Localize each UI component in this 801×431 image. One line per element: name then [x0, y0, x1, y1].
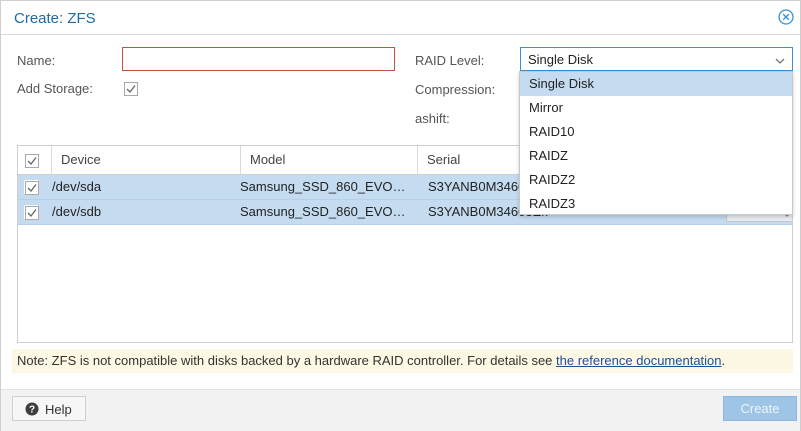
row-checkbox[interactable] — [24, 180, 39, 195]
name-input[interactable] — [122, 47, 395, 71]
add-storage-checkbox[interactable] — [123, 81, 138, 96]
raid-option-mirror[interactable]: Mirror — [520, 96, 792, 120]
compression-label: Compression: — [415, 82, 496, 97]
row-model: Samsung_SSD_860_EVO… — [240, 204, 406, 219]
raid-level-label: RAID Level: — [415, 53, 485, 68]
svg-text:?: ? — [29, 405, 35, 416]
raid-level-select[interactable]: Single Disk — [520, 47, 793, 71]
column-header-device[interactable]: Device — [52, 146, 241, 175]
help-button[interactable]: ? Help — [12, 396, 86, 421]
raid-level-value: Single Disk — [528, 52, 594, 67]
raid-level-dropdown: Single Disk Mirror RAID10 RAIDZ RAIDZ2 R… — [519, 71, 793, 215]
note-text: Note: ZFS is not compatible with disks b… — [17, 353, 557, 368]
row-checkbox[interactable] — [24, 205, 39, 220]
ashift-label: ashift: — [415, 111, 450, 126]
checkmark-icon — [25, 154, 39, 168]
raid-option-raidz3[interactable]: RAIDZ3 — [520, 192, 792, 216]
reference-documentation-link[interactable]: the reference documentation — [556, 353, 722, 368]
chevron-down-icon[interactable] — [775, 54, 785, 69]
checkmark-icon — [25, 206, 39, 220]
select-all-header[interactable] — [18, 146, 52, 175]
checkmark-icon — [25, 181, 39, 195]
raid-option-raid10[interactable]: RAID10 — [520, 120, 792, 144]
dialog-titlebar: Create: ZFS — [1, 1, 800, 35]
row-device: /dev/sda — [52, 179, 102, 194]
select-all-checkbox[interactable] — [24, 153, 39, 168]
raid-option-raidz2[interactable]: RAIDZ2 — [520, 168, 792, 192]
dialog-footer: ? Help Create — [1, 389, 800, 431]
row-device: /dev/sdb — [52, 204, 102, 219]
help-button-label: Help — [45, 402, 72, 417]
create-zfs-dialog: Create: ZFS Name: Add Storage: RAID Leve… — [0, 0, 801, 431]
raid-option-raidz[interactable]: RAIDZ — [520, 144, 792, 168]
column-header-model[interactable]: Model — [241, 146, 418, 175]
note-suffix: . — [721, 353, 726, 368]
close-icon[interactable] — [778, 9, 794, 25]
add-storage-label: Add Storage: — [17, 81, 93, 96]
create-button[interactable]: Create — [723, 396, 797, 421]
raid-option-single-disk[interactable]: Single Disk — [520, 72, 792, 96]
row-model: Samsung_SSD_860_EVO… — [240, 179, 406, 194]
question-circle-icon: ? — [25, 402, 39, 419]
dialog-title: Create: ZFS — [14, 10, 96, 27]
raid-controller-note: Note: ZFS is not compatible with disks b… — [12, 349, 793, 373]
name-label: Name: — [17, 53, 56, 68]
checkmark-icon — [124, 82, 138, 96]
